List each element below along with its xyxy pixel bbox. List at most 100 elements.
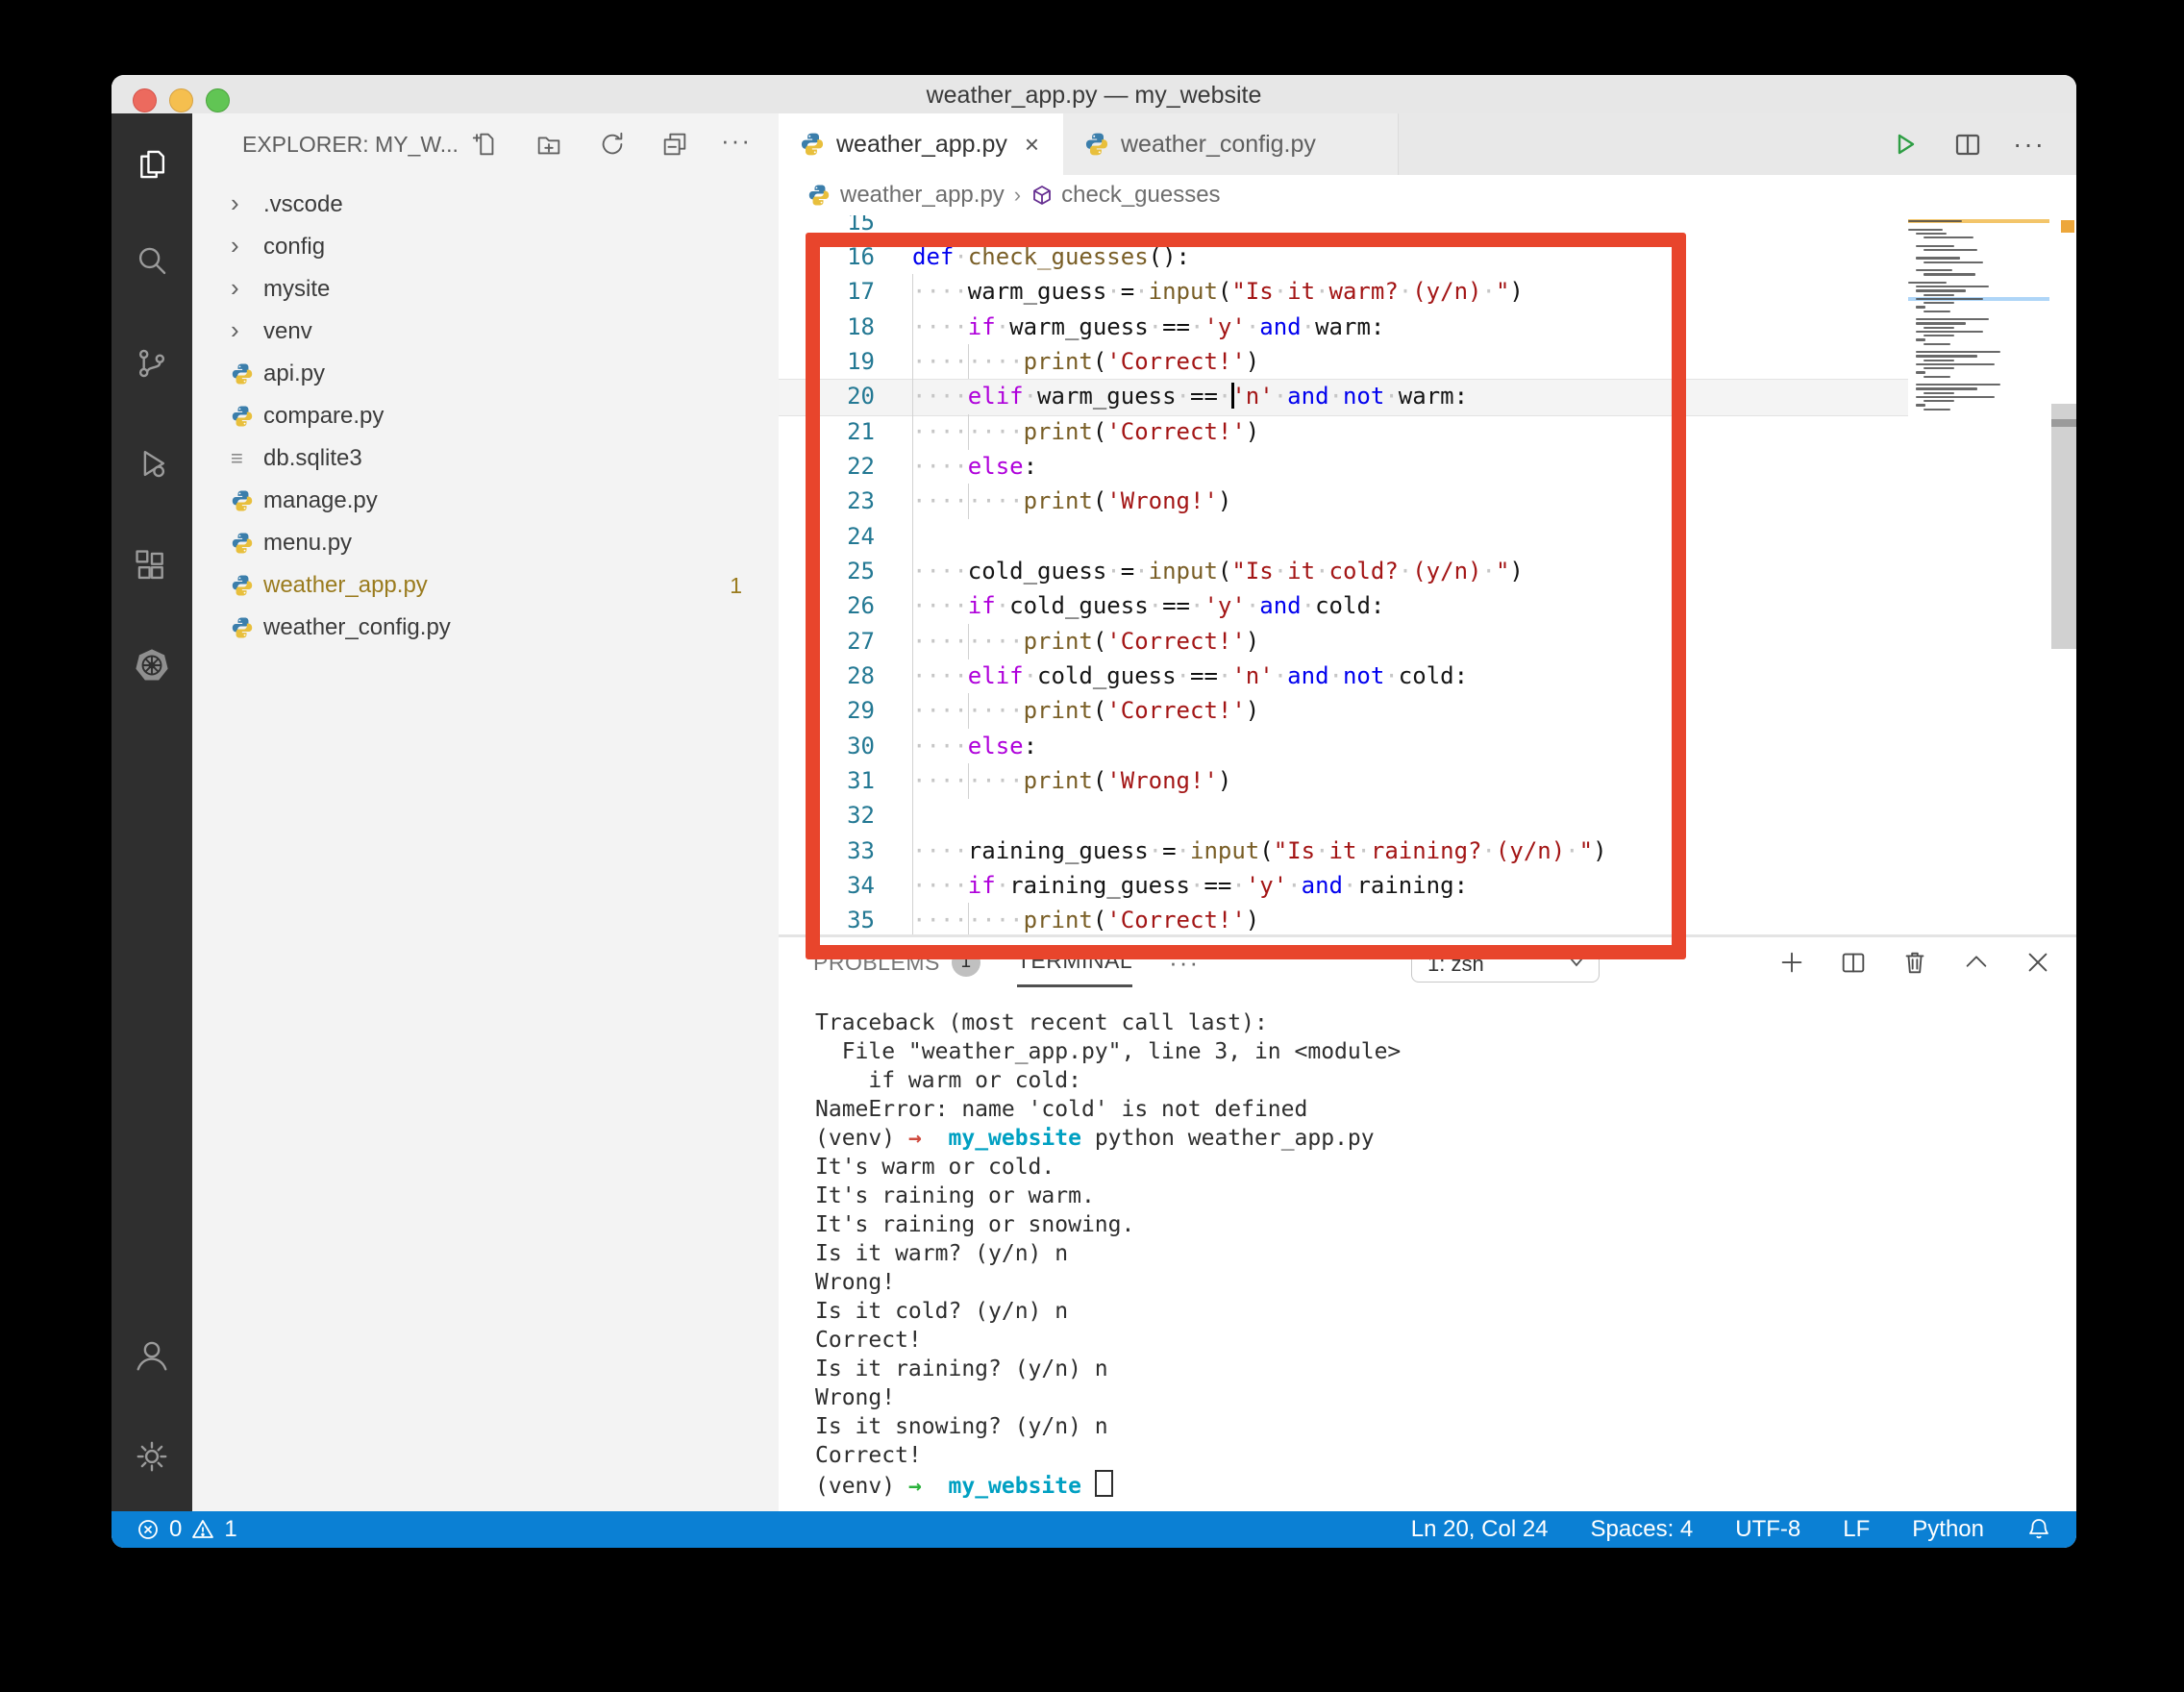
code-line-22[interactable]: 22····else: <box>779 449 2076 485</box>
line-number: 26 <box>779 588 875 624</box>
status-item-utf-8[interactable]: UTF-8 <box>1735 1516 1800 1543</box>
tree-item-label: .vscode <box>263 191 343 218</box>
line-number: 27 <box>779 624 875 659</box>
indent-guide <box>912 798 913 834</box>
tree-item-api-py[interactable]: api.py <box>192 353 779 395</box>
code-text: ········print('Wrong!') <box>912 484 1231 519</box>
code-line-18[interactable]: 18····if·warm_guess·==·'y'·and·warm: <box>779 310 2076 345</box>
problems-status[interactable]: 0 1 <box>136 1516 237 1543</box>
tab-terminal[interactable]: TERMINAL <box>1017 937 1132 987</box>
kill-terminal-icon[interactable] <box>1899 947 1930 978</box>
tree-item-venv[interactable]: ›venv <box>192 311 779 353</box>
code-line-19[interactable]: 19········print('Correct!') <box>779 344 2076 380</box>
terminal-output[interactable]: Traceback (most recent call last): File … <box>815 1008 1401 1499</box>
tree-item-config[interactable]: ›config <box>192 226 779 268</box>
code-line-33[interactable]: 33····raining_guess·=·input("Is·it·raini… <box>779 834 2076 869</box>
code-line-32[interactable]: 32 <box>779 798 2076 834</box>
new-file-icon[interactable] <box>469 129 500 160</box>
code-text: def·check_guesses(): <box>912 239 1190 275</box>
search-icon[interactable] <box>112 236 192 286</box>
line-number: 28 <box>779 659 875 694</box>
code-editor[interactable]: 1516def·check_guesses():17····warm_guess… <box>779 215 2076 934</box>
code-line-23[interactable]: 23········print('Wrong!') <box>779 484 2076 519</box>
status-item-spaces-4[interactable]: Spaces: 4 <box>1591 1516 1694 1543</box>
split-terminal-icon[interactable] <box>1838 947 1869 978</box>
code-line-35[interactable]: 35········print('Correct!') <box>779 903 2076 934</box>
tree-item-manage-py[interactable]: manage.py <box>192 480 779 522</box>
code-text: ········print('Correct!') <box>912 903 1259 934</box>
tree-item-menu-py[interactable]: menu.py <box>192 522 779 564</box>
code-line-27[interactable]: 27········print('Correct!') <box>779 624 2076 659</box>
tree-item-weather-config-py[interactable]: weather_config.py <box>192 607 779 649</box>
line-number: 22 <box>779 449 875 485</box>
terminal-line: Traceback (most recent call last): <box>815 1008 1401 1037</box>
source-control-icon[interactable] <box>112 338 192 388</box>
line-number: 15 <box>779 215 875 240</box>
code-line-21[interactable]: 21········print('Correct!') <box>779 414 2076 450</box>
refresh-icon[interactable] <box>597 129 628 160</box>
code-line-16[interactable]: 16def·check_guesses(): <box>779 239 2076 275</box>
settings-gear-icon[interactable] <box>112 1431 192 1481</box>
new-folder-icon[interactable] <box>534 129 564 160</box>
python-file-icon <box>800 132 825 157</box>
tree-item-label: mysite <box>263 276 330 303</box>
code-line-29[interactable]: 29········print('Correct!') <box>779 693 2076 729</box>
code-line-26[interactable]: 26····if·cold_guess·==·'y'·and·cold: <box>779 588 2076 624</box>
code-line-17[interactable]: 17····warm_guess·=·input("Is·it·warm?·(y… <box>779 274 2076 310</box>
code-line-34[interactable]: 34····if·raining_guess·==·'y'·and·rainin… <box>779 868 2076 904</box>
close-tab-icon[interactable]: × <box>1025 130 1039 160</box>
run-debug-icon[interactable] <box>112 438 192 488</box>
code-line-15[interactable]: 15 <box>779 215 2076 240</box>
code-line-28[interactable]: 28····elif·cold_guess·==·'n'·and·not·col… <box>779 659 2076 694</box>
editor-scrollbar[interactable] <box>2051 404 2076 649</box>
status-item-lf[interactable]: LF <box>1843 1516 1870 1543</box>
editor-tab-strip: weather_app.py × weather_config.py ··· <box>779 113 2076 175</box>
terminal-line: Is it snowing? (y/n) n <box>815 1412 1401 1441</box>
tree-item-label: venv <box>263 318 312 345</box>
close-panel-icon[interactable] <box>2023 947 2053 978</box>
collapse-all-icon[interactable] <box>659 129 690 160</box>
breadcrumb[interactable]: weather_app.py › check_guesses <box>779 175 2076 215</box>
code-text: ········print('Correct!') <box>912 414 1259 450</box>
files-icon[interactable] <box>112 139 192 189</box>
code-line-31[interactable]: 31········print('Wrong!') <box>779 763 2076 799</box>
breadcrumb-symbol[interactable]: check_guesses <box>1061 182 1220 209</box>
tree-item-mysite[interactable]: ›mysite <box>192 268 779 311</box>
status-item-ln-20-col-24[interactable]: Ln 20, Col 24 <box>1411 1516 1549 1543</box>
shell-dropdown-value: 1: zsh <box>1427 952 1484 977</box>
terminal-line: Is it raining? (y/n) n <box>815 1355 1401 1383</box>
run-icon[interactable] <box>1888 128 1921 161</box>
line-number: 31 <box>779 763 875 799</box>
code-line-20[interactable]: 20····elif·warm_guess·==·'n'·and·not·war… <box>779 379 2076 414</box>
panel-more-icon[interactable]: ··· <box>1169 948 1200 978</box>
editor-area: weather_app.py × weather_config.py ··· w… <box>779 113 2076 1511</box>
chevron-right-icon: › <box>231 231 263 261</box>
code-line-30[interactable]: 30····else: <box>779 729 2076 764</box>
tab-problems[interactable]: PROBLEMS 1 <box>813 948 980 977</box>
tree-item-db-sqlite3[interactable]: ≡db.sqlite3 <box>192 437 779 480</box>
notifications-bell-icon[interactable] <box>2026 1517 2051 1542</box>
tree-item--vscode[interactable]: ›.vscode <box>192 184 779 226</box>
tree-item-weather-app-py[interactable]: weather_app.py1 <box>192 564 779 607</box>
more-icon[interactable]: ··· <box>721 125 752 156</box>
tab-weather-app[interactable]: weather_app.py × <box>779 113 1063 175</box>
extensions-icon[interactable] <box>112 541 192 591</box>
kubernetes-icon[interactable] <box>112 640 192 690</box>
account-icon[interactable] <box>112 1331 192 1381</box>
code-line-25[interactable]: 25····cold_guess·=·input("Is·it·cold?·(y… <box>779 554 2076 589</box>
code-line-24[interactable]: 24 <box>779 519 2076 555</box>
breadcrumb-file[interactable]: weather_app.py <box>840 182 1005 209</box>
split-editor-icon[interactable] <box>1951 128 1984 161</box>
warnings-icon <box>191 1518 214 1541</box>
maximize-panel-icon[interactable] <box>1961 947 1992 978</box>
more-actions-icon[interactable]: ··· <box>2013 128 2046 161</box>
tab-weather-config[interactable]: weather_config.py <box>1063 113 1399 175</box>
minimap[interactable] <box>1908 219 2049 411</box>
status-right-items: Ln 20, Col 24 Spaces: 4 UTF-8 LF Python <box>1411 1516 2051 1543</box>
line-number: 19 <box>779 344 875 380</box>
tree-item-compare-py[interactable]: compare.py <box>192 395 779 437</box>
problems-label: PROBLEMS <box>813 950 940 976</box>
status-item-python[interactable]: Python <box>1912 1516 1984 1543</box>
new-terminal-icon[interactable] <box>1776 947 1807 978</box>
terminal-shell-dropdown[interactable]: 1: zsh <box>1411 946 1600 983</box>
